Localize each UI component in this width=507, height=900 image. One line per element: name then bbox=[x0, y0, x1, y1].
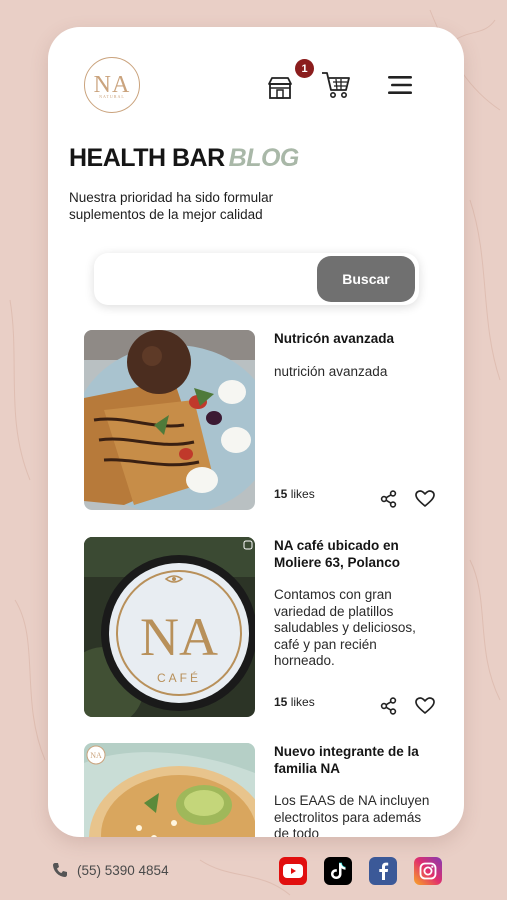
cafe-sign-logo: NA bbox=[140, 607, 218, 667]
menu-button[interactable] bbox=[385, 71, 415, 99]
phone-icon bbox=[53, 863, 67, 877]
page-title: HEALTH BAR BLOG bbox=[69, 144, 299, 173]
heart-icon bbox=[415, 490, 435, 507]
likes-label: likes bbox=[290, 695, 315, 709]
hamburger-menu-icon bbox=[388, 76, 412, 94]
instagram-link[interactable] bbox=[414, 857, 442, 885]
youtube-icon bbox=[283, 864, 303, 878]
footer-phone[interactable]: (55) 5390 4854 bbox=[52, 862, 169, 878]
post-likes: 15 likes bbox=[274, 695, 315, 709]
post-image-toast[interactable]: NA bbox=[84, 743, 255, 837]
heart-icon bbox=[415, 697, 435, 714]
facebook-link[interactable] bbox=[369, 857, 397, 885]
page-subtitle: Nuestra prioridad ha sido formular suple… bbox=[69, 190, 274, 222]
instagram-icon bbox=[419, 862, 437, 880]
likes-label: likes bbox=[290, 487, 315, 501]
share-icon bbox=[380, 697, 397, 715]
title-main: HEALTH BAR bbox=[69, 144, 225, 172]
blog-post[interactable]: NA Nuevo integrante de la familia NA Los… bbox=[84, 743, 444, 837]
post-image-french-toast[interactable] bbox=[84, 330, 255, 510]
search-button[interactable]: Buscar bbox=[317, 256, 415, 302]
post-excerpt: nutrición avanzada bbox=[274, 364, 388, 379]
cart-count-badge: 1 bbox=[295, 59, 314, 78]
tiktok-link[interactable] bbox=[324, 857, 352, 885]
share-button[interactable] bbox=[378, 488, 400, 510]
like-button[interactable] bbox=[414, 488, 436, 510]
facebook-icon bbox=[379, 862, 389, 880]
likes-count: 15 bbox=[274, 695, 288, 709]
post-title[interactable]: Nuevo integrante de la familia NA bbox=[274, 743, 434, 777]
title-accent: BLOG bbox=[228, 144, 300, 172]
brand-logo[interactable]: NA NATURAL bbox=[84, 57, 140, 113]
like-button[interactable] bbox=[414, 695, 436, 717]
post-image-na-cafe[interactable]: NA CAFÉ bbox=[84, 537, 255, 717]
svg-text:NA: NA bbox=[90, 751, 102, 760]
post-excerpt: Contamos con gran variedad de platillos … bbox=[274, 587, 416, 668]
store-icon bbox=[268, 77, 292, 99]
tiktok-icon bbox=[331, 862, 346, 879]
blog-post[interactable]: Nutricón avanzada nutrición avanzada 15 … bbox=[84, 330, 444, 520]
blog-post[interactable]: NA CAFÉ NA café ubicado en Moliere 63, P… bbox=[84, 537, 444, 727]
search-input[interactable] bbox=[106, 261, 310, 299]
likes-count: 15 bbox=[274, 487, 288, 501]
store-button[interactable] bbox=[264, 72, 296, 104]
blog-card: NA NATURAL 1 HEALTH BAR BLOG Nuestra pri… bbox=[48, 27, 464, 837]
share-icon bbox=[380, 490, 397, 508]
youtube-link[interactable] bbox=[279, 857, 307, 885]
search-bar: Buscar bbox=[94, 253, 419, 305]
share-button[interactable] bbox=[378, 695, 400, 717]
post-likes: 15 likes bbox=[274, 487, 315, 501]
post-excerpt: Los EAAS de NA incluyen electrolitos par… bbox=[274, 793, 430, 837]
phone-number: (55) 5390 4854 bbox=[77, 862, 169, 878]
logo-subtext: NATURAL bbox=[99, 94, 125, 99]
cafe-sign-subtext: CAFÉ bbox=[157, 670, 201, 685]
post-title[interactable]: Nutricón avanzada bbox=[274, 330, 434, 347]
shopping-cart-icon bbox=[322, 72, 350, 98]
post-title[interactable]: NA café ubicado en Moliere 63, Polanco bbox=[274, 537, 434, 571]
cart-button[interactable] bbox=[319, 69, 353, 101]
